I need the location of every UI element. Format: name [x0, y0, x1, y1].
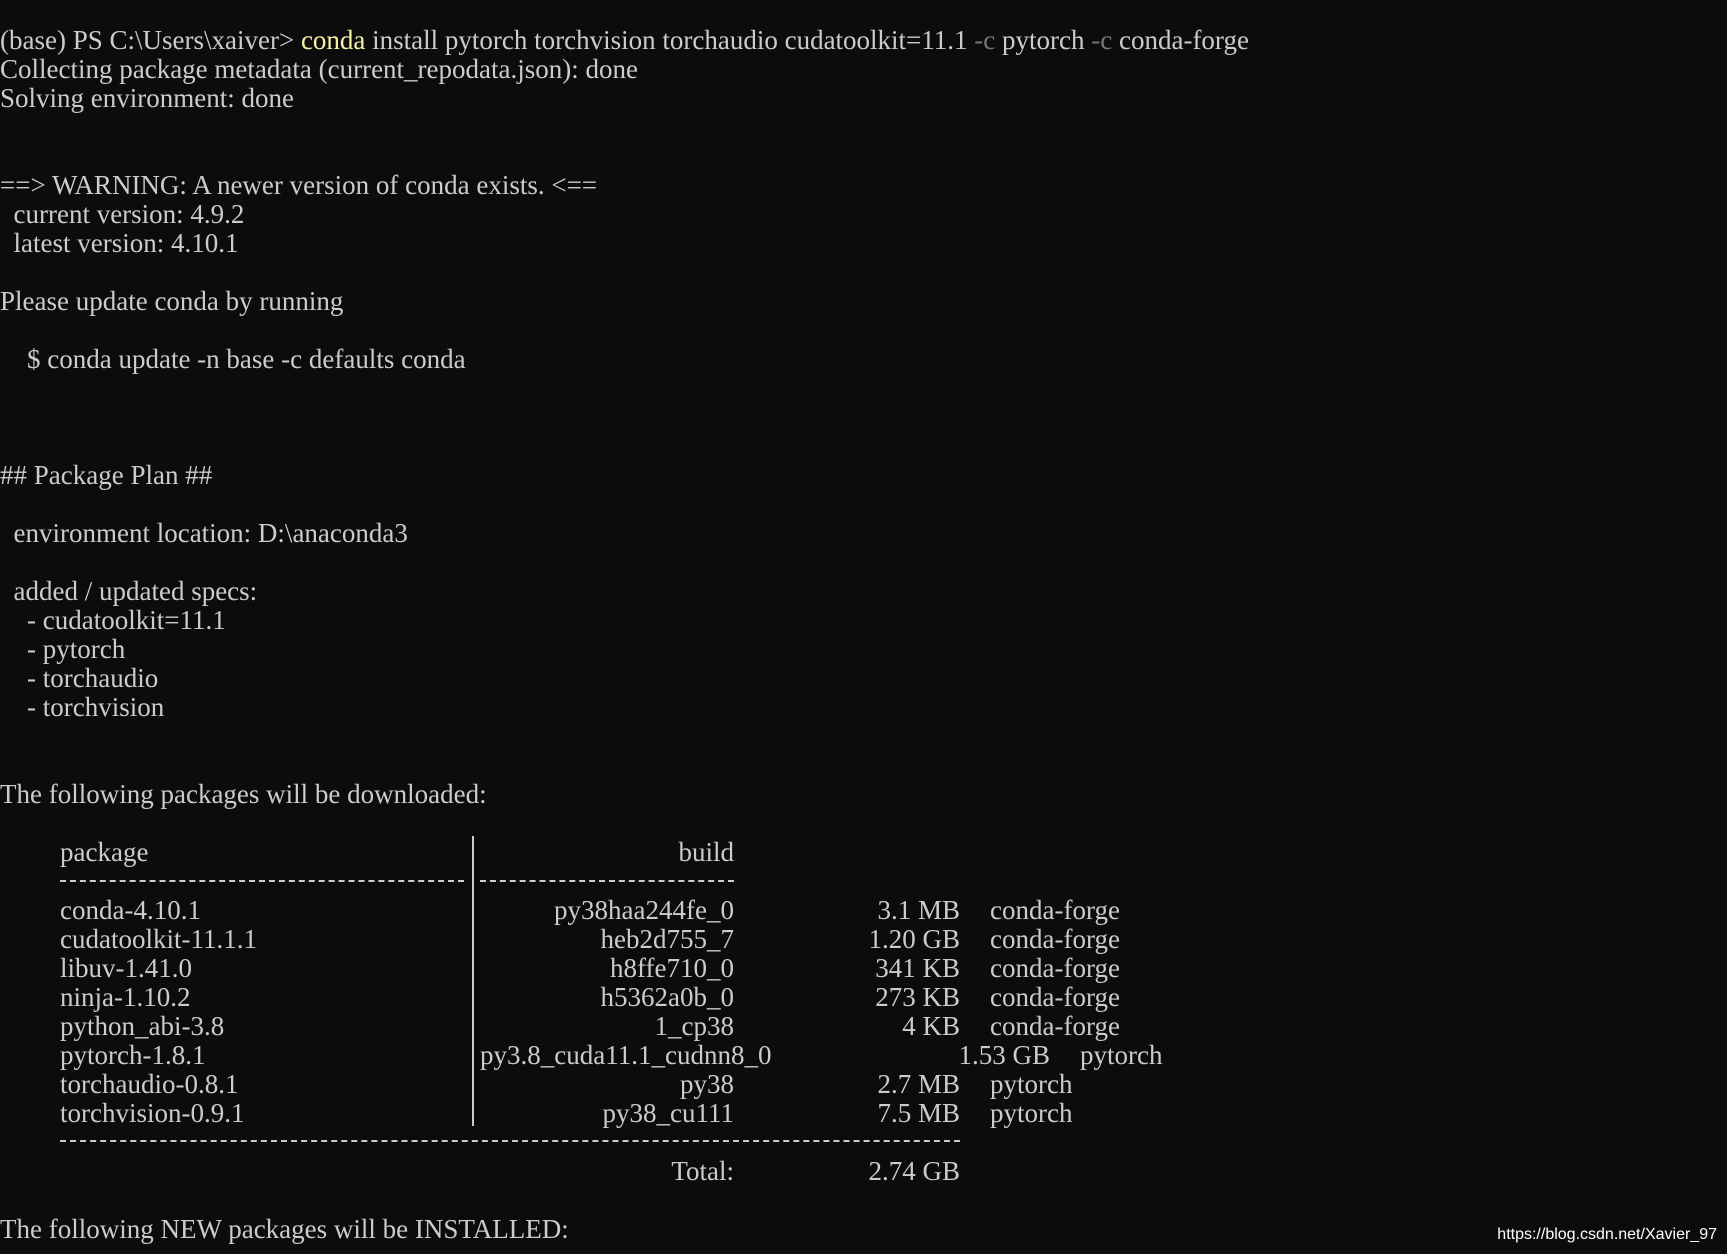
total-value: 2.74 GB — [868, 1156, 960, 1186]
package-channel: conda-forge — [990, 982, 1120, 1012]
package-build: py38_cu111 — [602, 1098, 734, 1128]
warning-line: ==> WARNING: A newer version of conda ex… — [0, 170, 598, 200]
package-size: 273 KB — [875, 982, 960, 1012]
command-line: (base) PS C:\Users\xaiver> conda install… — [0, 26, 1249, 55]
latest-version-line: latest version: 4.10.1 — [0, 228, 239, 258]
spec-item: - pytorch — [0, 634, 126, 664]
package-plan-header: ## Package Plan ## — [0, 460, 213, 490]
solving-line: Solving environment: done — [0, 83, 294, 113]
package-name: pytorch-1.8.1 — [60, 1040, 206, 1070]
command-args-1: install pytorch torchvision torchaudio c… — [365, 25, 975, 55]
header-separator-build — [480, 880, 734, 884]
package-build: py38 — [680, 1069, 734, 1099]
package-build: h8ffe710_0 — [610, 953, 734, 983]
header-separator-package — [60, 880, 464, 884]
package-size: 2.7 MB — [877, 1069, 960, 1099]
command-flag-1: -c — [974, 25, 996, 55]
column-header-package: package — [60, 837, 149, 867]
collecting-line: Collecting package metadata (current_rep… — [0, 54, 638, 84]
package-name: torchaudio-0.8.1 — [60, 1069, 239, 1099]
current-version-line: current version: 4.9.2 — [0, 199, 245, 229]
package-name: cudatoolkit-11.1.1 — [60, 924, 257, 954]
column-divider — [472, 836, 474, 1126]
package-channel: pytorch — [1080, 1040, 1163, 1070]
watermark: https://blog.csdn.net/Xavier_97 — [1497, 1226, 1717, 1243]
spec-item: - cudatoolkit=11.1 — [0, 605, 226, 635]
package-size: 341 KB — [875, 953, 960, 983]
installed-header: The following NEW packages will be INSTA… — [0, 1214, 569, 1244]
package-size: 3.1 MB — [877, 895, 960, 925]
package-size: 1.20 GB — [868, 924, 960, 954]
package-name: libuv-1.41.0 — [60, 953, 192, 983]
command-exe: conda — [300, 25, 366, 55]
package-channel: pytorch — [990, 1069, 1073, 1099]
package-channel: conda-forge — [990, 924, 1120, 954]
package-name: torchvision-0.9.1 — [60, 1098, 245, 1128]
downloaded-header: The following packages will be downloade… — [0, 779, 487, 809]
environment-location-line: environment location: D:\anaconda3 — [0, 518, 408, 548]
command-flag-2: -c — [1091, 25, 1113, 55]
footer-separator — [60, 1140, 960, 1144]
package-channel: conda-forge — [990, 895, 1120, 925]
command-args-3: conda-forge — [1112, 25, 1249, 55]
package-channel: pytorch — [990, 1098, 1073, 1128]
prompt: (base) PS C:\Users\xaiver> — [0, 25, 301, 55]
package-build: 1_cp38 — [654, 1011, 734, 1041]
terminal-window[interactable]: (base) PS C:\Users\xaiver> conda install… — [0, 0, 1727, 1254]
package-build: h5362a0b_0 — [600, 982, 734, 1012]
package-name: conda-4.10.1 — [60, 895, 201, 925]
total-label: Total: — [671, 1156, 734, 1186]
package-size: 1.53 GB — [958, 1040, 1050, 1070]
package-channel: conda-forge — [990, 1011, 1120, 1041]
please-update-line: Please update conda by running — [0, 286, 344, 316]
package-build: heb2d755_7 — [600, 924, 734, 954]
column-header-build: build — [678, 837, 734, 867]
package-channel: conda-forge — [990, 953, 1120, 983]
package-name: python_abi-3.8 — [60, 1011, 225, 1041]
package-name: ninja-1.10.2 — [60, 982, 191, 1012]
spec-item: - torchvision — [0, 692, 165, 722]
spec-item: - torchaudio — [0, 663, 159, 693]
specs-header: added / updated specs: — [0, 576, 258, 606]
package-build: py3.8_cuda11.1_cudnn8_0 — [480, 1040, 772, 1070]
package-build: py38haa244fe_0 — [554, 895, 734, 925]
package-size: 4 KB — [902, 1011, 960, 1041]
command-args-2: pytorch — [995, 25, 1092, 55]
package-size: 7.5 MB — [877, 1098, 960, 1128]
update-command-line: $ conda update -n base -c defaults conda — [0, 344, 466, 374]
